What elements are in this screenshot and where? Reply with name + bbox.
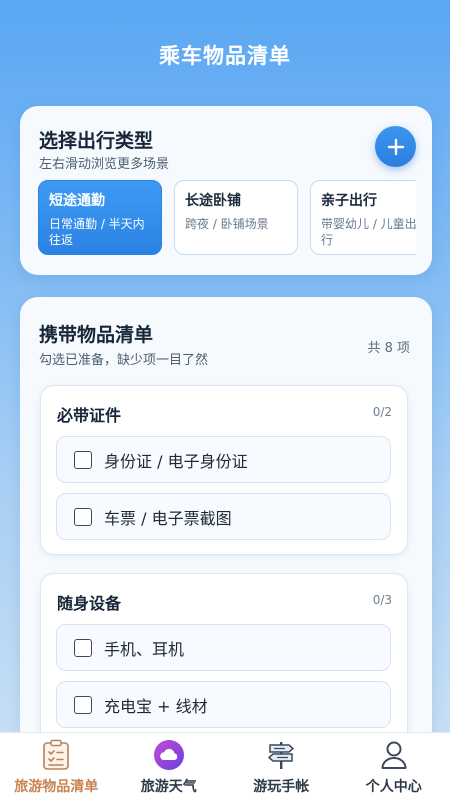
checklist-item-label: 车票 / 电子票截图: [104, 508, 232, 528]
tab-travel-journal[interactable]: 游玩手帐: [225, 733, 338, 800]
trip-type-carousel[interactable]: 短途通勤 日常通勤 / 半天内往返 长途卧铺 跨夜 / 卧铺场景 亲子出行 带婴…: [38, 180, 416, 255]
bottom-tab-bar: 旅游物品清单 旅游天气 游玩手帐 个人中心: [0, 732, 450, 800]
tab-label: 个人中心: [365, 779, 422, 795]
checklist-group-documents: 必带证件 0/2 身份证 / 电子身份证 车票 / 电子票截图: [40, 385, 408, 555]
checklist-icon: [38, 739, 74, 771]
group-progress: 0/3: [372, 593, 392, 607]
checklist-subtitle: 勾选已准备，缺少项一目了然: [39, 353, 209, 368]
checkbox[interactable]: [74, 638, 92, 657]
trip-type-name: 长途卧铺: [185, 193, 241, 209]
trip-type-name: 亲子出行: [321, 193, 377, 209]
checklist-card: 携带物品清单 勾选已准备，缺少项一目了然 共 8 项 必带证件 0/2 身份证 …: [20, 297, 432, 747]
checklist-group-devices: 随身设备 0/3 手机、耳机 充电宝 + 线材: [40, 573, 408, 747]
trip-type-option-family[interactable]: 亲子出行 带婴幼儿 / 儿童出行: [310, 180, 416, 255]
checkbox[interactable]: [74, 450, 92, 469]
group-title: 必带证件: [57, 406, 122, 425]
checkbox[interactable]: [74, 695, 92, 714]
group-progress: 0/2: [372, 405, 392, 419]
plus-icon: [387, 138, 404, 155]
tab-label: 旅游物品清单: [14, 779, 99, 795]
checkbox[interactable]: [74, 507, 92, 526]
checklist-item[interactable]: 手机、耳机: [56, 624, 391, 671]
trip-type-name: 短途通勤: [49, 193, 105, 209]
trip-type-desc: 带婴幼儿 / 儿童出行: [321, 217, 416, 247]
group-title: 随身设备: [57, 594, 122, 613]
checklist-total: 共 8 项: [367, 341, 410, 356]
checklist-title: 携带物品清单: [39, 324, 154, 346]
trip-type-option-sleeper[interactable]: 长途卧铺 跨夜 / 卧铺场景: [174, 180, 298, 255]
checklist-item-label: 充电宝 + 线材: [104, 696, 208, 716]
checklist-item[interactable]: 充电宝 + 线材: [56, 681, 391, 728]
trip-type-card: 选择出行类型 左右滑动浏览更多场景 短途通勤 日常通勤 / 半天内往返 长途卧铺…: [20, 106, 432, 275]
trip-type-desc: 日常通勤 / 半天内往返: [49, 217, 145, 247]
app-title: 乘车物品清单: [159, 44, 291, 68]
tab-label: 游玩手帐: [253, 779, 310, 795]
weather-icon: [151, 739, 187, 771]
checklist-item[interactable]: 车票 / 电子票截图: [56, 493, 391, 540]
checklist-item-label: 身份证 / 电子身份证: [104, 451, 248, 471]
add-trip-type-button[interactable]: [375, 126, 416, 167]
tab-label: 旅游天气: [140, 779, 197, 795]
user-icon: [376, 739, 412, 771]
trip-type-title: 选择出行类型: [39, 130, 154, 152]
tab-weather[interactable]: 旅游天气: [113, 733, 226, 800]
checklist-item-label: 手机、耳机: [104, 639, 185, 659]
tab-profile[interactable]: 个人中心: [338, 733, 450, 800]
checklist-item[interactable]: 身份证 / 电子身份证: [56, 436, 391, 483]
trip-type-desc: 跨夜 / 卧铺场景: [185, 217, 269, 231]
signpost-icon: [263, 739, 299, 771]
trip-type-option-commute[interactable]: 短途通勤 日常通勤 / 半天内往返: [38, 180, 162, 255]
trip-type-subtitle: 左右滑动浏览更多场景: [39, 157, 170, 172]
tab-packing-list[interactable]: 旅游物品清单: [0, 733, 113, 800]
